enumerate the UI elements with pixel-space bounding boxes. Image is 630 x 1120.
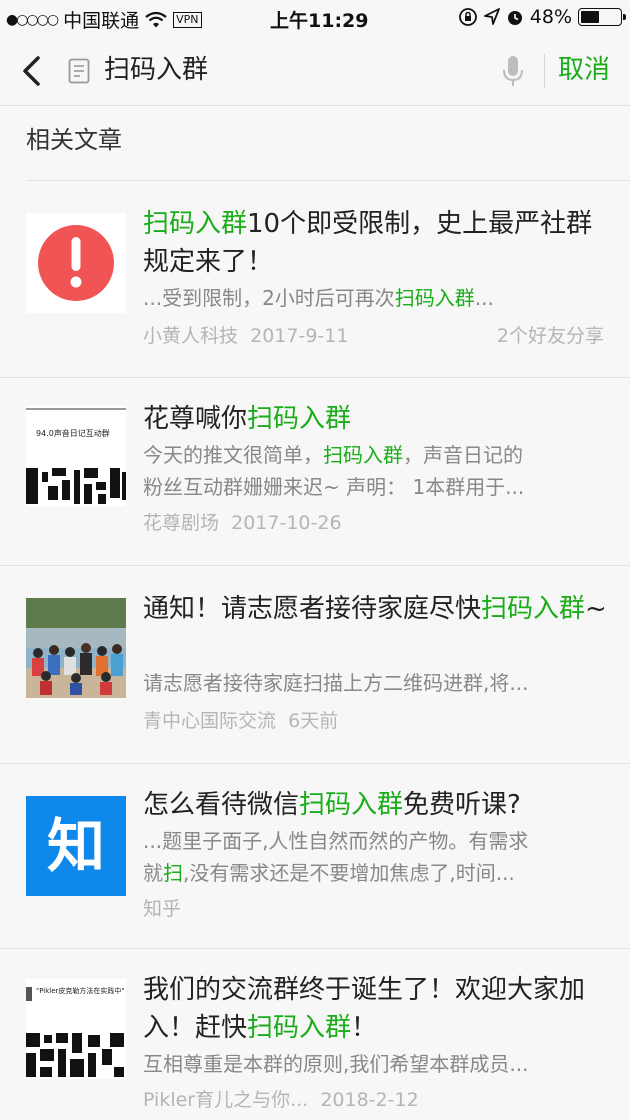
carrier-name: 中国联通 [63,10,140,32]
result-snippet-line2: 粉丝互动群姗姗来迟~ 声明： 1本群用于... [143,475,525,499]
title-highlight: 扫码入群 [299,790,404,820]
cancel-button[interactable]: 取消 [558,50,610,90]
result-source: 小黄人科技 [143,325,239,347]
result-item[interactable]: 扫码入群10个即受限制，史上最严社群规定来了！ ...受到限制，2小时后可再次扫… [0,181,630,378]
snippet-text: ...受到限制，2小时后可再次 [143,286,395,310]
result-thumbnail: 94.0声音日记互动群 [26,406,126,506]
result-date: 2017-9-11 [250,325,349,347]
search-header: 扫码入群 取消 [0,36,630,106]
result-snippet: ...题里子面子,人性自然而然的产物。有需求 [143,829,529,853]
section-title: 相关文章 [26,126,122,154]
back-chevron-icon[interactable] [16,52,46,90]
status-right: 48% [458,6,626,28]
result-source: 青中心国际交流 [143,710,277,732]
zhihu-logo-icon: 知 [26,796,126,896]
snippet-text: ... [474,286,494,310]
result-title: 花尊喊你扫码入群 [143,400,608,438]
wifi-icon [145,11,167,27]
result-meta: Pikler育儿之与你... 2018-2-12 [143,1085,419,1115]
result-source: Pikler育儿之与你... [143,1089,309,1111]
result-date: 2017-10-26 [231,512,342,534]
result-meta: 花尊剧场 2017-10-26 [143,508,342,538]
snippet-text: ,没有需求还是不要增加焦虑了,时间... [183,861,515,885]
result-item[interactable]: "Pikler皮克勒方法在实践中" 我们的交流群终于诞生了！欢迎大家加入！赶快扫… [0,949,630,1120]
vpn-badge: VPN [173,11,202,28]
thumb-caption: 94.0声音日记互动群 [36,428,110,438]
result-meta: 小黄人科技 2017-9-11 [143,321,348,351]
battery-icon [578,8,626,26]
friends-shared-count: 2个好友分享 [496,325,604,347]
result-meta: 知乎 [143,894,181,924]
result-source: 花尊剧场 [143,512,220,534]
search-input[interactable]: 扫码入群 [104,50,208,90]
result-thumbnail [26,213,126,313]
result-date: 2018-2-12 [320,1089,419,1111]
title-highlight: 扫码入群 [481,594,586,624]
result-thumbnail [26,598,126,698]
title-text: ~ [585,594,607,624]
status-time: 上午11:29 [270,10,369,32]
title-text: 免费听课? [403,790,521,820]
title-text: 怎么看待微信 [143,790,300,820]
result-snippet: 请志愿者接待家庭扫描上方二维码进群,将... [143,671,529,695]
result-snippet: 互相尊重是本群的原则,我们希望本群成员... [143,1052,529,1076]
snippet-text: 就 [143,861,163,885]
group-photo-image [26,598,126,698]
snippet-highlight: 扫码入群 [394,286,475,310]
snippet-text: ，声音日记的 [403,443,523,467]
title-highlight: 扫码入群 [247,404,352,434]
signal-strength: ●○○○○ [6,11,59,28]
title-text: ！ [351,1013,378,1043]
result-title: 我们的交流群终于诞生了！欢迎大家加入！赶快扫码入群！ [143,971,608,1047]
title-highlight: 扫码入群 [247,1013,352,1043]
zhihu-logo-text: 知 [47,812,105,880]
snippet-text: 今天的推文很简单， [143,443,323,467]
qr-code-image: "Pikler皮克勒方法在实践中" [26,979,126,1079]
battery-percent: 48% [529,6,572,28]
result-source: 知乎 [143,898,182,920]
result-snippet-line2: 就扫,没有需求还是不要增加焦虑了,时间... [143,858,608,888]
alert-icon [26,213,126,313]
article-type-icon [68,58,90,84]
result-snippet: 今天的推文很简单，扫码入群，声音日记的 [143,440,608,470]
result-thumbnail: 知 [26,796,126,896]
result-meta: 青中心国际交流 6天前 [143,706,338,736]
battery-fill [581,11,600,23]
result-thumbnail: "Pikler皮克勒方法在实践中" [26,979,126,1079]
rotation-lock-icon [458,8,477,26]
result-item[interactable]: 94.0声音日记互动群 花尊喊你扫码入群 今天的推文很简单，扫码入群，声音日记的… [0,378,630,566]
result-item[interactable]: 通知！请志愿者接待家庭尽快扫码入群~ 请志愿者接待家庭扫描上方二维码进群,将..… [0,566,630,764]
status-left: ●○○○○ 中国联通 VPN [6,6,202,33]
snippet-highlight: 扫码入群 [323,443,403,467]
result-title: 扫码入群10个即受限制，史上最严社群规定来了！ [143,205,608,281]
qr-code-image: 94.0声音日记互动群 [26,406,126,506]
title-text: 通知！请志愿者接待家庭尽快 [143,594,482,624]
snippet-highlight: 扫 [163,861,183,885]
result-title: 通知！请志愿者接待家庭尽快扫码入群~ [143,590,608,628]
alarm-icon [507,11,522,25]
result-title: 怎么看待微信扫码入群免费听课? [143,786,608,824]
result-date: 6天前 [288,710,339,732]
title-highlight: 扫码入群 [143,209,248,239]
result-snippet: ...受到限制，2小时后可再次扫码入群... [143,283,608,313]
location-icon [483,8,500,25]
result-item[interactable]: 知 怎么看待微信扫码入群免费听课? ...题里子面子,人性自然而然的产物。有需求… [0,764,630,949]
results-list: 扫码入群10个即受限制，史上最严社群规定来了！ ...受到限制，2小时后可再次扫… [0,181,630,1120]
title-text: 花尊喊你 [143,404,248,434]
header-divider [544,54,545,88]
status-bar: ●○○○○ 中国联通 VPN 上午11:29 48% [0,0,630,36]
thumb-caption: "Pikler皮克勒方法在实践中" [36,986,125,995]
microphone-icon[interactable] [500,54,526,88]
